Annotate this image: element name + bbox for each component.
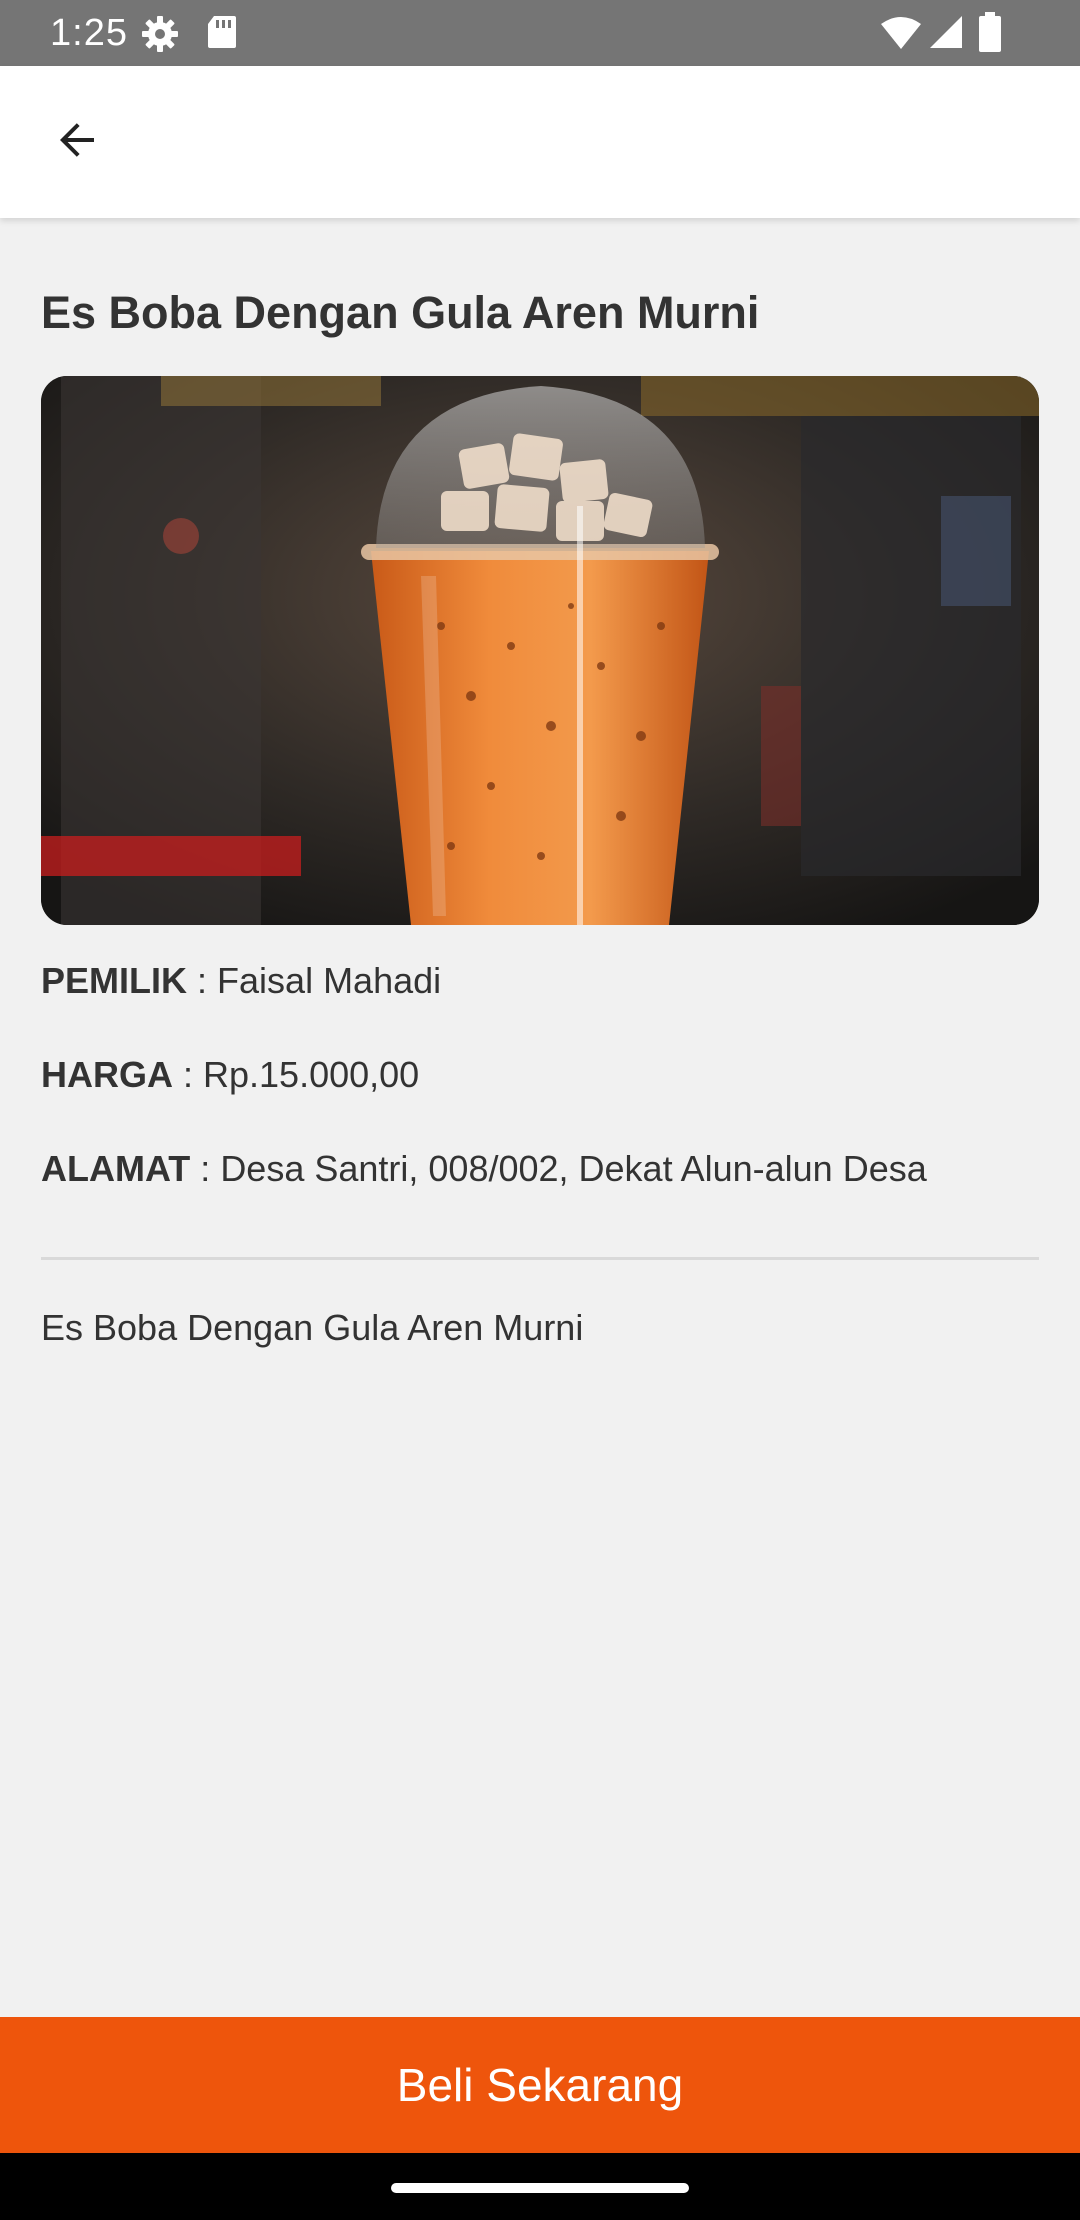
sd-card-icon <box>206 14 238 55</box>
divider <box>41 1257 1039 1260</box>
product-title: Es Boba Dengan Gula Aren Murni <box>41 287 760 338</box>
address-separator: : <box>190 1148 221 1189</box>
home-gesture-handle[interactable] <box>391 2183 689 2193</box>
signal-icon <box>928 14 964 55</box>
owner-separator: : <box>187 960 218 1001</box>
owner-value: Faisal Mahadi <box>217 960 442 1001</box>
address-row: ALAMAT : Desa Santri, 008/002, Dekat Alu… <box>41 1145 1039 1193</box>
wifi-icon <box>880 16 922 55</box>
settings-gear-icon <box>140 14 180 59</box>
buy-now-button[interactable]: Beli Sekarang <box>0 2017 1080 2153</box>
price-row: HARGA : Rp.15.000,00 <box>41 1051 1039 1099</box>
status-time: 1:25 <box>50 12 128 54</box>
battery-icon <box>978 12 1002 57</box>
owner-row: PEMILIK : Faisal Mahadi <box>41 957 1039 1005</box>
price-value: Rp.15.000,00 <box>203 1054 420 1095</box>
status-bar: 1:25 <box>0 0 1080 66</box>
product-description: Es Boba Dengan Gula Aren Murni <box>41 1307 584 1348</box>
product-detail: Es Boba Dengan Gula Aren Murni PEMILIK:… <box>41 218 1039 1352</box>
product-image <box>41 376 1039 925</box>
system-nav-bar <box>0 2153 1080 2220</box>
back-button[interactable] <box>36 100 120 184</box>
price-separator: : <box>173 1054 204 1095</box>
arrow-back-icon <box>54 116 102 169</box>
address-label: ALAMAT <box>41 1148 191 1189</box>
price-label: HARGA <box>41 1054 173 1095</box>
owner-label: PEMILIK <box>41 960 188 1001</box>
app-bar <box>0 66 1080 218</box>
address-value: Desa Santri, 008/002, Dekat Alun-alun De… <box>220 1148 927 1189</box>
